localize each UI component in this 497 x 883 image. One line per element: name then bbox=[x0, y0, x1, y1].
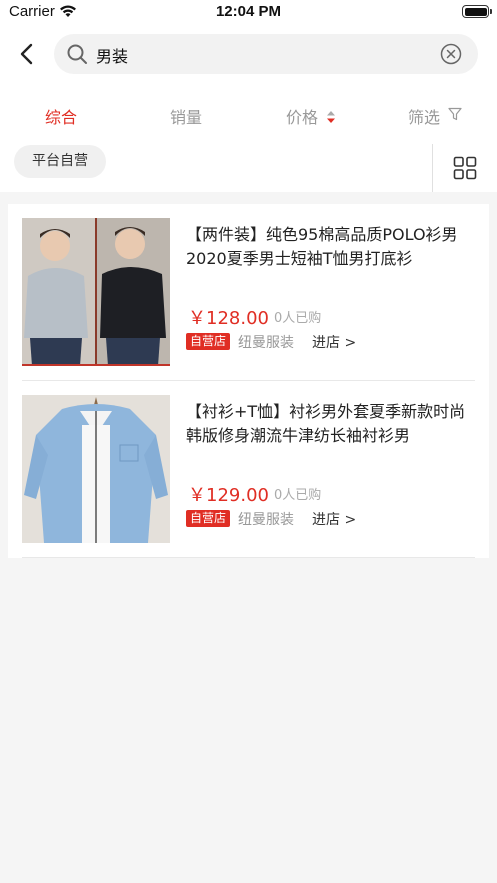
back-icon[interactable] bbox=[14, 40, 42, 68]
sort-arrows-icon bbox=[327, 111, 335, 123]
enter-shop-link[interactable]: 进店 > bbox=[312, 332, 356, 352]
item-divider bbox=[22, 557, 475, 558]
status-time: 12:04 PM bbox=[215, 3, 282, 20]
product-price: ￥129.00 bbox=[188, 485, 269, 506]
product-image bbox=[22, 218, 170, 366]
product-image bbox=[22, 395, 170, 543]
filter-chip-bar: 平台自营 bbox=[0, 144, 497, 192]
product-title[interactable]: 【衬衫+T恤】衬衫男外套夏季新款时尚韩版修身潮流牛津纺长袖衬衫男 bbox=[186, 400, 478, 448]
search-header: 男装 bbox=[0, 26, 497, 82]
clear-icon[interactable] bbox=[440, 43, 462, 65]
search-input[interactable]: 男装 bbox=[54, 34, 478, 74]
sold-count: 0人已购 bbox=[274, 488, 322, 503]
product-list: 【两件装】纯色95棉高品质POLO衫男 2020夏季男士短袖T恤男打底衫 ￥12… bbox=[8, 204, 489, 558]
tab-comprehensive[interactable]: 综合 bbox=[45, 104, 77, 128]
status-bar: Carrier 12:04 PM bbox=[0, 0, 497, 26]
shop-name[interactable]: 纽曼服装 bbox=[238, 509, 294, 529]
product-title[interactable]: 【两件装】纯色95棉高品质POLO衫男 2020夏季男士短袖T恤男打底衫 bbox=[186, 223, 478, 271]
product-card[interactable]: 【衬衫+T恤】衬衫男外套夏季新款时尚韩版修身潮流牛津纺长袖衬衫男 ￥129.00… bbox=[8, 381, 489, 558]
platform-chip[interactable]: 平台自营 bbox=[14, 145, 106, 178]
sort-tabs: 综合 销量 价格 筛选 bbox=[0, 82, 497, 144]
filter-icon bbox=[448, 107, 462, 121]
tab-sales[interactable]: 销量 bbox=[170, 104, 202, 128]
search-icon bbox=[67, 44, 87, 64]
enter-shop-link[interactable]: 进店 > bbox=[312, 509, 356, 529]
product-card[interactable]: 【两件装】纯色95棉高品质POLO衫男 2020夏季男士短袖T恤男打底衫 ￥12… bbox=[8, 204, 489, 381]
self-operated-badge: 自营店 bbox=[186, 333, 231, 350]
grid-view-icon[interactable] bbox=[453, 156, 477, 180]
shop-name[interactable]: 纽曼服装 bbox=[238, 332, 294, 352]
product-price: ￥128.00 bbox=[188, 308, 269, 329]
tab-price[interactable]: 价格 bbox=[286, 104, 318, 128]
sold-count: 0人已购 bbox=[274, 311, 322, 326]
self-operated-badge: 自营店 bbox=[186, 510, 231, 527]
battery-icon bbox=[462, 5, 492, 18]
vertical-divider bbox=[432, 144, 433, 192]
tab-filter[interactable]: 筛选 bbox=[408, 104, 440, 128]
search-query: 男装 bbox=[96, 47, 129, 66]
